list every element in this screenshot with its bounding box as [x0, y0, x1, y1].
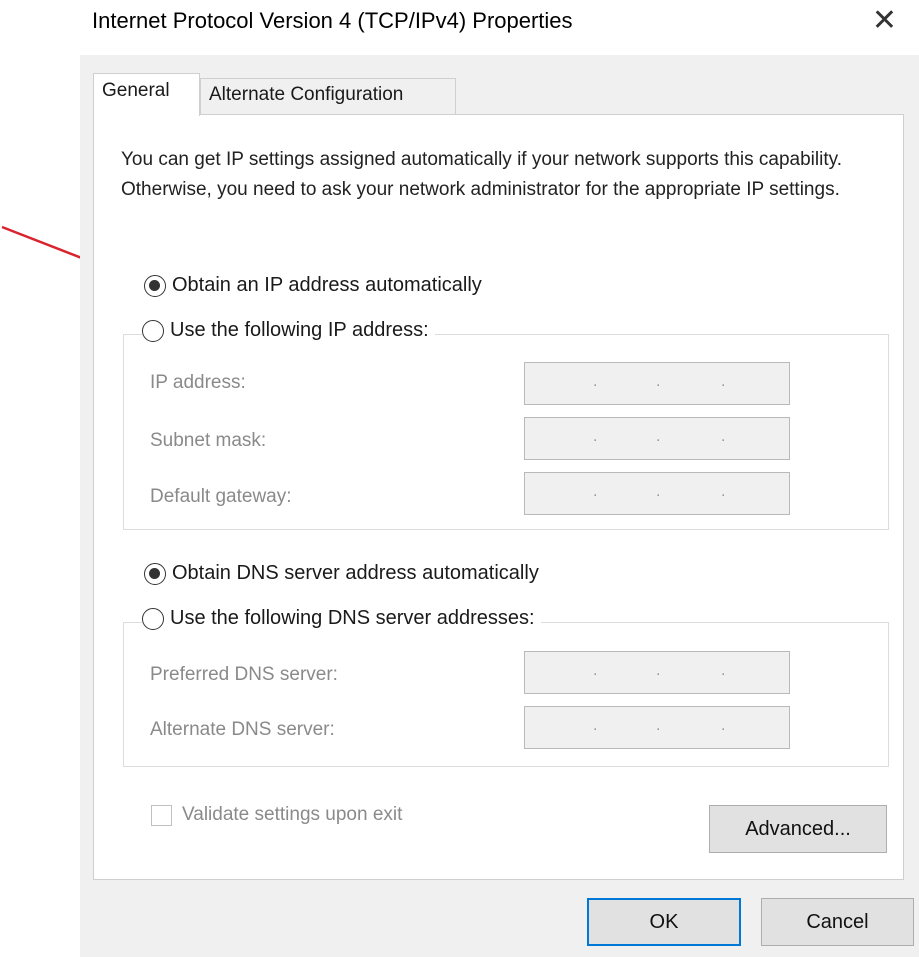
subnet-mask-input[interactable]: ...: [524, 417, 790, 460]
ok-button[interactable]: OK: [587, 898, 741, 946]
cancel-button[interactable]: Cancel: [761, 898, 914, 946]
radio-use-following-ip-label: Use the following IP address:: [170, 319, 429, 341]
validate-settings-checkbox-row[interactable]: Validate settings upon exit: [151, 804, 402, 826]
radio-use-following-dns-label: Use the following DNS server addresses:: [170, 607, 535, 629]
radio-obtain-dns-auto-label: Obtain DNS server address automatically: [172, 562, 539, 584]
ip-address-label: IP address:: [150, 372, 246, 393]
window-title: Internet Protocol Version 4 (TCP/IPv4) P…: [92, 8, 573, 33]
validate-settings-label: Validate settings upon exit: [182, 804, 403, 825]
default-gateway-input[interactable]: ...: [524, 472, 790, 515]
alternate-dns-input[interactable]: ...: [524, 706, 790, 749]
radio-use-following-ip[interactable]: Use the following IP address:: [142, 319, 435, 342]
radio-obtain-dns-auto[interactable]: Obtain DNS server address automatically: [144, 562, 539, 585]
title-bar: Internet Protocol Version 4 (TCP/IPv4) P…: [80, 0, 919, 55]
radio-unselected-icon: [142, 607, 164, 630]
validate-settings-checkbox[interactable]: [151, 804, 172, 826]
preferred-dns-label: Preferred DNS server:: [150, 664, 338, 685]
ip-address-input[interactable]: ...: [524, 362, 790, 405]
subnet-mask-label: Subnet mask:: [150, 430, 267, 451]
tab-alternate-configuration[interactable]: Alternate Configuration: [200, 78, 456, 114]
alternate-dns-label: Alternate DNS server:: [150, 719, 335, 740]
radio-obtain-ip-auto-label: Obtain an IP address automatically: [172, 274, 482, 296]
radio-use-following-dns[interactable]: Use the following DNS server addresses:: [142, 607, 541, 630]
radio-unselected-icon: [142, 319, 164, 342]
radio-selected-icon: [144, 274, 166, 297]
default-gateway-label: Default gateway:: [150, 486, 292, 507]
intro-text: You can get IP settings assigned automat…: [121, 149, 842, 200]
radio-obtain-ip-auto[interactable]: Obtain an IP address automatically: [144, 274, 482, 297]
radio-selected-icon: [144, 562, 166, 585]
close-icon[interactable]: ✕: [872, 6, 897, 36]
tcpip-properties-dialog: Internet Protocol Version 4 (TCP/IPv4) P…: [80, 0, 919, 957]
tab-general[interactable]: General: [93, 73, 200, 116]
preferred-dns-input[interactable]: ...: [524, 651, 790, 694]
advanced-button[interactable]: Advanced...: [709, 805, 887, 853]
